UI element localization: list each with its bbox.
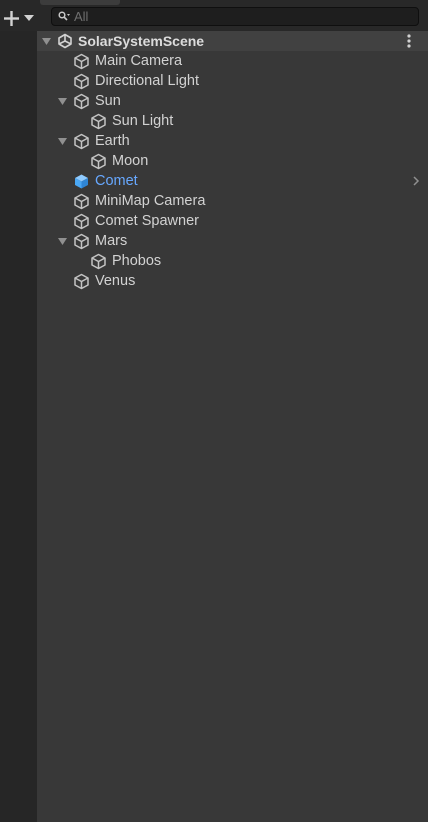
hierarchy-item[interactable]: Mars [37,231,428,251]
gameobject-cube-icon [74,133,89,150]
gameobject-cube-icon [74,233,89,250]
hierarchy-item[interactable]: Main Camera [37,51,428,71]
window-tab-edge [40,0,120,5]
hierarchy-item-label: MiniMap Camera [95,193,206,209]
hierarchy-item-label: Sun Light [112,113,174,129]
gameobject-cube-icon [74,53,89,70]
hierarchy-item[interactable]: Comet Spawner [37,211,428,231]
add-object-button[interactable] [3,9,37,27]
expand-arrow-icon[interactable] [41,37,52,46]
gameobject-cube-icon [74,193,89,210]
gameobject-cube-icon [75,174,88,189]
hierarchy-item[interactable]: Phobos [37,251,428,271]
hierarchy-item-label: Comet Spawner [95,213,199,229]
hierarchy-item[interactable]: Comet [37,171,428,191]
hierarchy-item-label: Mars [95,233,128,249]
gameobject-cube-icon [91,113,106,130]
unity-scene-icon [58,33,72,49]
hierarchy-item-label: Main Camera [95,53,183,69]
gameobject-cube-icon [91,153,106,170]
hierarchy-item-label: Directional Light [95,73,199,89]
gameobject-cube-icon [74,213,89,230]
hierarchy-item-label: Comet [95,173,138,189]
hierarchy-item[interactable]: Venus [37,271,428,291]
hierarchy-item[interactable]: Earth [37,131,428,151]
scene-name: SolarSystemScene [78,33,205,49]
triangle-down-icon [24,15,34,21]
kebab-menu-icon[interactable] [402,32,416,50]
gameobject-cube-icon [74,93,89,110]
hierarchy-item[interactable]: MiniMap Camera [37,191,428,211]
hierarchy-item-label: Venus [95,273,136,289]
hierarchy-item-label: Earth [95,133,130,149]
foldout-arrow-icon[interactable] [57,237,68,246]
hierarchy-item[interactable]: Sun Light [37,111,428,131]
hierarchy-item[interactable]: Directional Light [37,71,428,91]
hierarchy-item[interactable]: Sun [37,91,428,111]
hierarchy-item[interactable]: Moon [37,151,428,171]
hierarchy-item-label: Phobos [112,253,162,269]
search-input[interactable] [74,8,404,25]
plus-icon [4,10,19,26]
hierarchy-toolbar [0,0,428,31]
gameobject-cube-icon [91,253,106,270]
gameobject-cube-icon [74,73,89,90]
left-gutter [0,31,37,822]
hierarchy-item-label: Sun [95,93,121,109]
hierarchy-item-label: Moon [112,153,149,169]
search-field[interactable] [51,7,419,26]
search-icon [58,11,70,21]
gameobject-cube-icon [74,273,89,290]
chevron-right-icon[interactable] [411,175,421,187]
foldout-arrow-icon[interactable] [57,97,68,106]
foldout-arrow-icon[interactable] [57,137,68,146]
scene-row[interactable]: SolarSystemScene [37,31,428,51]
